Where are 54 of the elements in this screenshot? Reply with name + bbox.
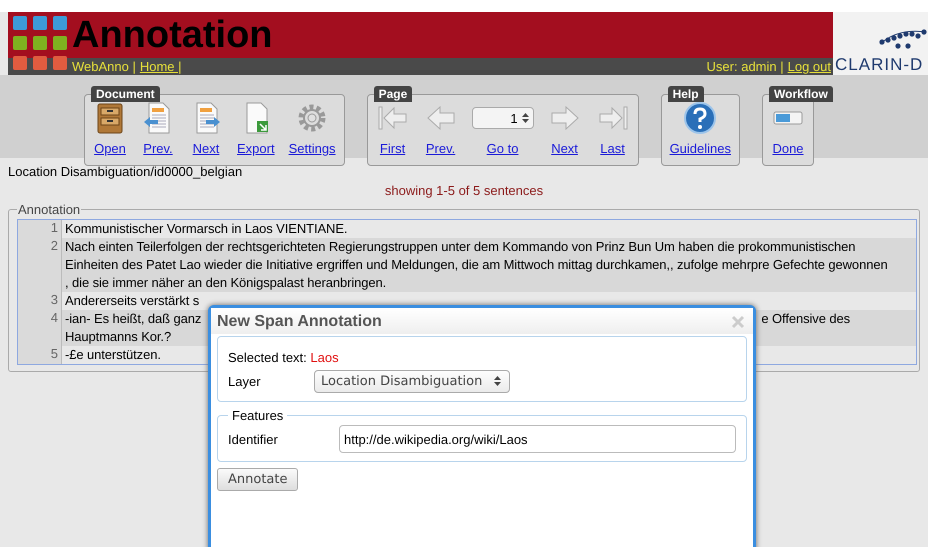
annotate-button[interactable]: Annotate	[217, 468, 298, 491]
identifier-label: Identifier	[228, 432, 279, 446]
line-number: 4	[50, 310, 58, 325]
identifier-field[interactable]: http://de.wikipedia.org/wiki/Laos	[339, 425, 736, 453]
toolbar-link[interactable]: Prev.	[426, 141, 456, 156]
sentence-text: e Offensive des	[761, 310, 851, 328]
toolbar-link[interactable]: Prev.	[143, 141, 173, 156]
app-name: WebAnno |	[72, 59, 136, 74]
app-title: Annotation	[72, 16, 273, 54]
line-number: 2	[50, 238, 58, 253]
toolbar-link[interactable]: Settings	[288, 141, 336, 156]
clarin-logo: CLARIN-D	[833, 12, 928, 75]
toolbar-link[interactable]: Export	[237, 141, 275, 156]
sentence-text: Hauptmanns Kor.?	[65, 328, 172, 346]
toolbar-link[interactable]: Next	[551, 141, 578, 156]
page-number-spinner[interactable]: 1	[472, 107, 534, 129]
layer-select[interactable]: Location Disambiguation	[314, 370, 510, 392]
toolbar-link[interactable]: Next	[192, 141, 220, 156]
sentence-text: Einheiten des Patet Lao wieder die Initiative ergriffen und Meldungen, die am Mittwoch mittag durchkamen,, zufolge mehrpre Gefechte gewonnen	[65, 256, 888, 274]
group-label: Workflow	[769, 86, 833, 102]
group-label: Document	[91, 86, 160, 102]
line-number: 5	[50, 346, 58, 361]
close-icon[interactable]	[731, 315, 745, 329]
line-number: 1	[50, 220, 58, 235]
logo-icon	[8, 12, 72, 67]
up-down-arrows-icon	[522, 112, 529, 124]
sentence-text: Nach einten Teilerfolgen der rechtsgerichteten Regierungstruppen unter dem Kommando von Prinz Bun Um haben die prokommunistischen	[65, 238, 856, 256]
selected-text: Laos	[310, 350, 339, 364]
group-label: Help	[668, 86, 704, 102]
toolbar-link[interactable]: Done	[772, 141, 804, 156]
sentence-text: , die sie immer näher an den Königspalast heranbringen.	[65, 274, 386, 292]
sentence-text: Andererseits verstärkt s	[65, 292, 200, 310]
document-path: Location Disambiguation/id0000_belgian	[7, 163, 244, 179]
group-label: Page	[374, 86, 412, 102]
sentence-text: -ian- Es heißt, daß ganz	[65, 310, 202, 328]
dialog-title: New Span Annotation	[217, 313, 382, 331]
toolbar-link[interactable]: Go to	[486, 141, 518, 156]
sentence-count: showing 1-5 of 5 sentences	[384, 183, 544, 198]
home-link[interactable]: Home |	[140, 59, 182, 74]
sentence-text: -£e unterstützen.	[65, 346, 161, 364]
line-number: 3	[50, 292, 58, 307]
up-down-arrows-icon	[494, 375, 502, 387]
toolbar-link[interactable]: Open	[94, 141, 126, 156]
features-legend: Features	[228, 408, 288, 423]
toolbar-link[interactable]: Guidelines	[670, 141, 731, 156]
toolbar-link[interactable]: First	[380, 141, 406, 156]
panel-legend: Annotation	[17, 202, 82, 217]
help-icon	[683, 101, 718, 135]
sentence-text: Kommunistischer Vormarsch in Laos VIENTIANE.	[65, 220, 348, 238]
toolbar-link[interactable]: Last	[600, 141, 625, 156]
selected-text-label: Selected text:	[228, 350, 307, 364]
layer-label: Layer	[228, 374, 262, 388]
logout-link[interactable]: Log out	[788, 59, 831, 74]
user-label: User: admin |	[706, 59, 784, 74]
